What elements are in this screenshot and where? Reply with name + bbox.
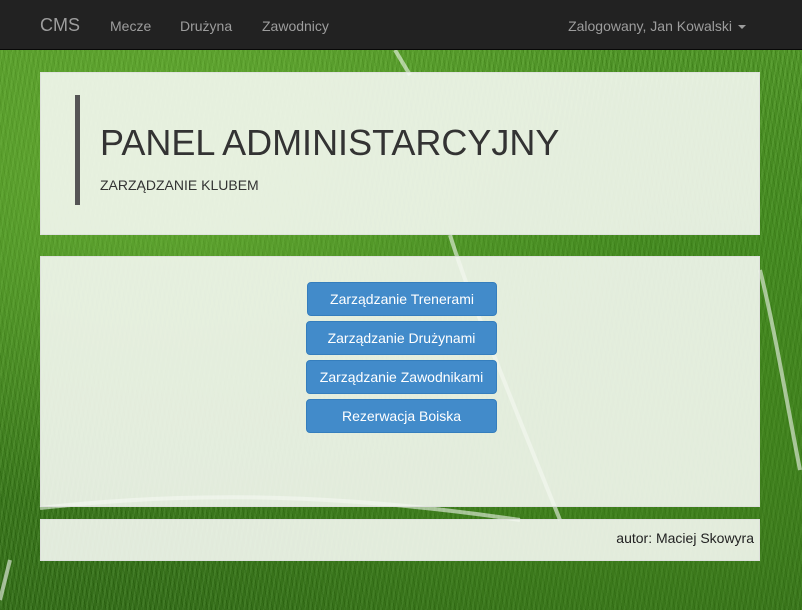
author-credit: autor: Maciej Skowyra [616, 530, 754, 546]
title-accent-bar [75, 95, 80, 205]
caret-down-icon [738, 25, 746, 30]
actions-panel: Zarządzanie Trenerami Zarządzanie Drużyn… [40, 256, 760, 507]
brand-link[interactable]: CMS [40, 15, 80, 35]
field-reservation-button[interactable]: Rezerwacja Boiska [306, 399, 497, 433]
page-title: PANEL ADMINISTARCYJNY [100, 122, 560, 163]
user-menu-label: Zalogowany, Jan Kowalski [568, 18, 732, 34]
page-subtitle: ZARZĄDZANIE KLUBEM [100, 177, 259, 193]
manage-coaches-button[interactable]: Zarządzanie Trenerami [307, 282, 497, 316]
header-panel: PANEL ADMINISTARCYJNY ZARZĄDZANIE KLUBEM [40, 72, 760, 235]
top-navbar: CMS Mecze Drużyna Zawodnicy Zalogowany, … [0, 0, 802, 50]
user-menu-dropdown[interactable]: Zalogowany, Jan Kowalski [568, 16, 746, 36]
nav-link-players[interactable]: Zawodnicy [262, 16, 329, 36]
footer: autor: Maciej Skowyra [40, 519, 760, 561]
manage-players-button[interactable]: Zarządzanie Zawodnikami [306, 360, 497, 394]
nav-link-matches[interactable]: Mecze [110, 16, 151, 36]
nav-link-team[interactable]: Drużyna [180, 16, 232, 36]
manage-teams-button[interactable]: Zarządzanie Drużynami [306, 321, 497, 355]
